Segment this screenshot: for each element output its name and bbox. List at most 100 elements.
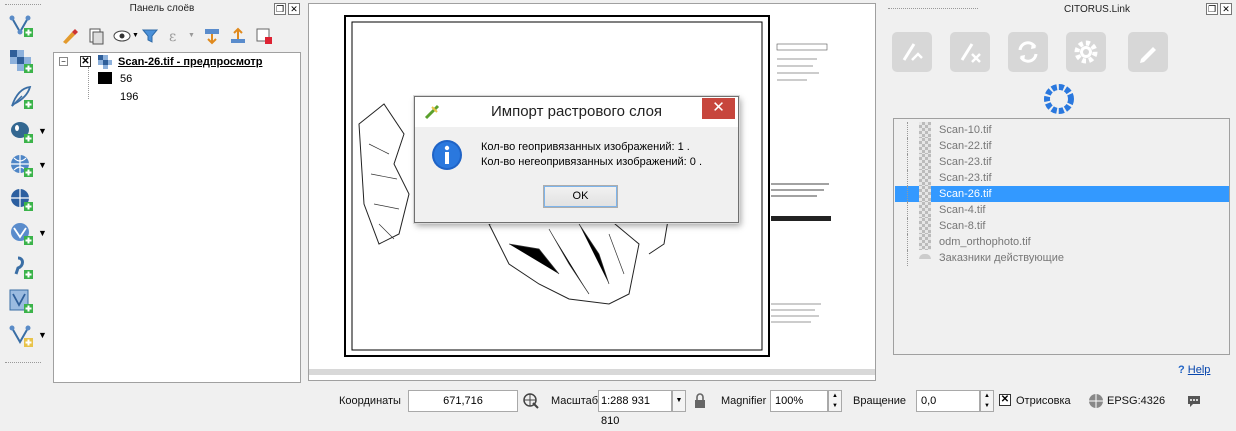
add-wcs-layer-icon[interactable] [8, 186, 34, 212]
dialog-title: Импорт растрового слоя [491, 103, 663, 120]
list-item[interactable]: Scan-8.tif [895, 218, 1229, 234]
add-group-icon[interactable] [86, 26, 106, 46]
lock-scale-icon[interactable] [693, 393, 707, 409]
crs-label[interactable]: EPSG:4326 [1107, 395, 1165, 407]
dialog-titlebar[interactable]: Импорт растрового слоя ✕ [415, 97, 738, 127]
rotation-field[interactable]: 0,0 [916, 390, 980, 412]
add-virtual-layer-icon[interactable] [8, 254, 34, 280]
raster-thumbnail-icon [919, 218, 931, 234]
ok-button[interactable]: OK [543, 185, 618, 208]
raster-thumbnail-icon [919, 202, 931, 218]
rotation-label: Вращение [853, 395, 906, 407]
render-checkbox[interactable]: ✕ [999, 394, 1011, 406]
close-panel-icon[interactable]: ✕ [288, 3, 300, 15]
layers-panel: Панель слоёв ❐ ✕ ▼ ε ▼ − ✕ Scan-26.tif -… [52, 0, 302, 386]
scale-dropdown-chevron-icon[interactable]: ▼ [672, 390, 686, 412]
list-item[interactable]: odm_orthophoto.tif [895, 234, 1229, 250]
chevron-down-icon[interactable]: ▼ [132, 32, 139, 39]
help-link[interactable]: ? Help [1178, 364, 1210, 376]
list-item[interactable]: Scan-10.tif [895, 122, 1229, 138]
new-spatialite-layer-icon[interactable] [8, 322, 34, 348]
magnifier-spinner-icon[interactable]: ▲ ▼ [828, 390, 842, 412]
dialog-body: Кол-во геопривязанных изображений: 1 . К… [419, 129, 734, 217]
add-delimited-text-icon[interactable] [8, 84, 34, 110]
legend-value-max: 196 [120, 91, 139, 103]
svg-text:ε: ε [169, 29, 176, 45]
list-item-label: Scan-8.tif [939, 220, 986, 232]
unlink-layer-icon[interactable] [950, 32, 990, 72]
tree-line [907, 154, 917, 170]
visibility-eye-icon[interactable] [112, 26, 132, 46]
list-item[interactable]: Scan-23.tif [895, 170, 1229, 186]
toolbar-grip[interactable] [5, 362, 41, 365]
list-item[interactable]: Scan-4.tif [895, 202, 1229, 218]
filter-icon[interactable] [140, 26, 160, 46]
magnifier-field[interactable]: 100% [770, 390, 828, 412]
info-icon [431, 139, 463, 171]
toolbar-grip[interactable] [5, 4, 41, 7]
close-panel-icon[interactable]: ✕ [1220, 3, 1232, 15]
list-item[interactable]: Заказники действующие [895, 250, 1229, 266]
legend-swatch-black [98, 72, 112, 84]
chevron-down-icon[interactable]: ▼ [188, 32, 195, 39]
raster-thumbnail-icon [919, 138, 931, 154]
list-item[interactable]: Scan-23.tif [895, 154, 1229, 170]
layer-visibility-checkbox[interactable]: ✕ [80, 56, 91, 67]
chevron-down-icon[interactable]: ▼ [38, 228, 48, 238]
legend-value-min: 56 [120, 73, 133, 85]
tree-line [88, 67, 89, 99]
crs-globe-icon[interactable] [1088, 393, 1104, 409]
messages-icon[interactable] [1186, 393, 1202, 409]
add-wfs-layer-icon[interactable] [8, 220, 34, 246]
style-manager-icon[interactable] [60, 26, 80, 46]
chevron-down-icon[interactable]: ▼ [38, 330, 48, 340]
help-link-label: Help [1187, 364, 1211, 376]
collapse-all-icon[interactable] [228, 26, 248, 46]
tree-line [907, 170, 917, 186]
list-item[interactable]: Scan-26.tif [895, 186, 1229, 202]
rotation-spinner-icon[interactable]: ▲ ▼ [980, 390, 994, 412]
add-postgis-layer-icon[interactable] [8, 118, 34, 144]
scale-field[interactable]: 1:288 931 810 [598, 390, 672, 427]
tree-line [907, 138, 917, 154]
float-panel-icon[interactable]: ❐ [274, 3, 286, 15]
refresh-icon[interactable] [1008, 32, 1048, 72]
new-shapefile-layer-icon[interactable] [8, 288, 34, 314]
add-raster-layer-icon[interactable] [8, 48, 34, 74]
list-item[interactable]: Scan-22.tif [895, 138, 1229, 154]
chevron-down-icon[interactable]: ▼ [38, 126, 48, 136]
expression-filter-icon[interactable]: ε [166, 26, 186, 46]
coords-label: Координаты [339, 395, 401, 407]
render-label: Отрисовка [1016, 395, 1071, 407]
list-item-label: odm_orthophoto.tif [939, 236, 1031, 248]
settings-gear-icon[interactable] [1066, 32, 1106, 72]
dialog-close-button[interactable]: ✕ [702, 98, 735, 119]
loading-spinner-icon [1042, 82, 1076, 116]
tree-line [907, 122, 917, 138]
chevron-down-icon[interactable]: ▼ [38, 160, 48, 170]
coordinate-toggle-icon[interactable] [522, 392, 540, 410]
qgis-logo-icon [424, 104, 440, 120]
list-item-label: Scan-23.tif [939, 156, 992, 168]
dialog-message-line2: Кол-во негеопривязанных изображений: 0 . [481, 156, 703, 168]
panel-grip[interactable] [888, 8, 978, 11]
link-layer-icon[interactable] [892, 32, 932, 72]
expand-all-icon[interactable] [202, 26, 222, 46]
raster-thumbnail-icon [919, 154, 931, 170]
raster-thumbnail-icon [919, 170, 931, 186]
float-panel-icon[interactable]: ❐ [1206, 3, 1218, 15]
remove-layer-icon[interactable] [254, 26, 274, 46]
layer-name[interactable]: Scan-26.tif - предпросмотр [118, 56, 262, 68]
edit-pencil-icon[interactable] [1128, 32, 1168, 72]
citorus-panel: CITORUS.Link ❐ ✕ Scan-10.tif Scan-22.tif S… [882, 0, 1236, 388]
add-vector-layer-icon[interactable] [8, 12, 34, 38]
import-raster-dialog: Импорт растрового слоя ✕ Кол-во геопривя… [414, 96, 739, 223]
citorus-title: CITORUS.Link [1064, 4, 1130, 15]
list-item-label: Scan-4.tif [939, 204, 986, 216]
list-item-label: Scan-26.tif [939, 188, 992, 200]
add-wms-layer-icon[interactable] [8, 152, 34, 178]
coords-field[interactable]: 671,716 [408, 390, 518, 412]
list-item-label: Scan-23.tif [939, 172, 992, 184]
collapse-toggle-icon[interactable]: − [59, 57, 68, 66]
tree-line [907, 218, 917, 234]
